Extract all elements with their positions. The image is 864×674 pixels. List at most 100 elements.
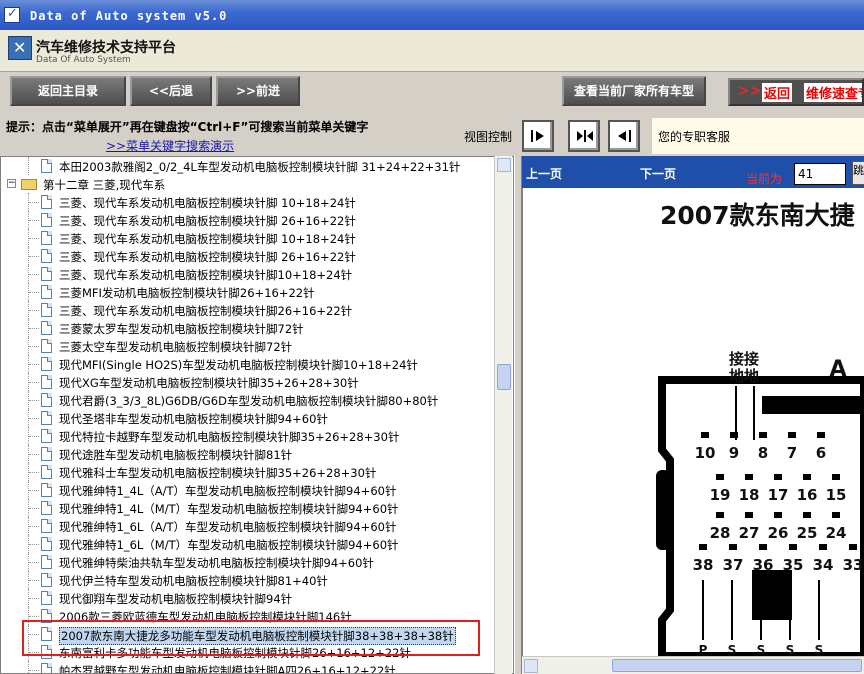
pin-contact xyxy=(699,544,707,550)
pin-contact xyxy=(789,544,797,550)
document-icon xyxy=(41,285,52,299)
split-arrows-icon xyxy=(577,130,593,142)
tree-item-label: 三菱蒙太罗车型发动机电脑板控制模块针脚72针 xyxy=(59,322,304,336)
view-split-button[interactable] xyxy=(568,120,600,152)
pin-contact xyxy=(701,432,709,438)
pin-number: 38 xyxy=(693,556,714,574)
tree-item[interactable]: 现代雅绅特柴油共轨车型发动机电脑板控制模块针脚94+60针 xyxy=(1,553,495,571)
tree-item[interactable]: 三菱、现代车系发动机电脑板控制模块针脚 26+16+22针 xyxy=(1,211,495,229)
go-page-button[interactable]: 跳 xyxy=(852,161,864,185)
tree-guide xyxy=(29,526,39,527)
view-all-models-button[interactable]: 查看当前厂家所有车型 xyxy=(562,76,706,106)
document-icon xyxy=(41,267,52,281)
pin-number: 7 xyxy=(787,444,797,462)
tree-item[interactable]: 现代雅绅特1_6L（M/T）车型发动机电脑板控制模块针脚94+60针 xyxy=(1,535,495,553)
document-icon xyxy=(41,339,52,353)
tree-vertical-scrollbar[interactable] xyxy=(494,156,512,674)
tree-item[interactable]: 三菱、现代车系发动机电脑板控制模块针脚 26+16+22针 xyxy=(1,247,495,265)
view-expand-right-button[interactable] xyxy=(522,120,554,152)
current-page-label: 当前为 xyxy=(746,172,783,186)
scroll-left-arrow[interactable] xyxy=(524,659,538,673)
tree-item[interactable]: 三菱MFI发动机电脑板控制模块针脚26+16+22针 xyxy=(1,283,495,301)
tree-folder[interactable]: − 第十二章 三菱,现代车系 xyxy=(1,175,495,193)
document-icon xyxy=(41,321,52,335)
pin-number: 6 xyxy=(816,444,826,462)
tree-guide xyxy=(29,454,39,455)
tree-item-label: 三菱、现代车系发动机电脑板控制模块针脚 26+16+22针 xyxy=(59,250,356,264)
ground-label: 接接 xyxy=(729,350,759,368)
forward-button[interactable]: >>前进 xyxy=(216,76,300,106)
tree-item[interactable]: 三菱、现代车系发动机电脑板控制模块针脚10+18+24针 xyxy=(1,265,495,283)
tree-item[interactable]: 现代XG车型发动机电脑板控制模块针脚35+26+28+30针 xyxy=(1,373,495,391)
home-button[interactable]: 返回主目录 xyxy=(10,76,126,106)
service-label[interactable]: 您的专职客服 xyxy=(658,128,730,145)
pin-contact xyxy=(817,432,825,438)
pin-contact xyxy=(729,544,737,550)
document-icon xyxy=(41,357,52,371)
tree-item[interactable]: 本田2003款雅阁2_0/2_4L车型发动机电脑板控制模块针脚 31+24+22… xyxy=(1,157,495,175)
banner-text: 维修速查专 xyxy=(804,83,862,102)
pin-contact xyxy=(832,474,840,480)
document-icon xyxy=(41,249,52,263)
brand-subtitle: Data Of Auto System xyxy=(36,55,131,65)
tree-item[interactable]: 三菱、现代车系发动机电脑板控制模块针脚 10+18+24针 xyxy=(1,193,495,211)
tree-item[interactable]: 三菱、现代车系发动机电脑板控制模块针脚 10+18+24针 xyxy=(1,229,495,247)
quick-lookup-banner[interactable]: >> 返回 维修速查专 xyxy=(728,78,864,106)
tree-item[interactable]: 现代MFI(Single HO2S)车型发动机电脑板控制模块针脚10+18+24… xyxy=(1,355,495,373)
viewer-horizontal-scrollbar[interactable] xyxy=(522,656,864,674)
tree-item-label: 三菱、现代车系发动机电脑板控制模块针脚10+18+24针 xyxy=(59,268,353,282)
scroll-thumb[interactable] xyxy=(497,364,511,390)
tree-item-label: 现代MFI(Single HO2S)车型发动机电脑板控制模块针脚10+18+24… xyxy=(59,358,418,372)
pane-splitter[interactable] xyxy=(514,156,522,674)
pin-contact xyxy=(745,474,753,480)
tree-item[interactable]: 现代圣塔非车型发动机电脑板控制模块针脚94+60针 xyxy=(1,409,495,427)
tree-item[interactable]: 三菱太空车型发动机电脑板控制模块针脚72针 xyxy=(1,337,495,355)
document-icon xyxy=(41,429,52,443)
document-icon xyxy=(41,447,52,461)
tree-guide xyxy=(29,274,39,275)
tree-item-label: 现代圣塔非车型发动机电脑板控制模块针脚94+60针 xyxy=(59,412,328,426)
pin-number: 16 xyxy=(797,486,818,504)
tree-item[interactable]: 现代途胜车型发动机电脑板控制模块针脚81针 xyxy=(1,445,495,463)
scroll-up-arrow[interactable] xyxy=(497,158,511,172)
tree-item-label: 现代雅绅特1_4L（A/T）车型发动机电脑板控制模块针脚94+60针 xyxy=(59,484,397,498)
tree-item[interactable]: 帕杰罗越野车型发动机电脑板控制模块针脚A四26+16+12+22针 xyxy=(1,661,495,673)
view-control-label: 视图控制 xyxy=(464,130,513,144)
document-icon xyxy=(41,519,52,533)
pin-contact xyxy=(745,512,753,518)
page-number-input[interactable] xyxy=(794,163,846,185)
tree-guide xyxy=(29,346,39,347)
tree-item[interactable]: 现代御翔车型发动机电脑板控制模块针脚94针 xyxy=(1,589,495,607)
tree-item[interactable]: 三菱蒙太罗车型发动机电脑板控制模块针脚72针 xyxy=(1,319,495,337)
document-icon xyxy=(41,537,52,551)
tree-guide xyxy=(29,328,39,329)
pin-contact xyxy=(716,474,724,480)
search-demo-link[interactable]: >>菜单关键字搜索演示 xyxy=(106,137,234,154)
pin-lead-label: S xyxy=(815,643,824,656)
prev-page-button[interactable]: 上一页 xyxy=(526,165,562,182)
tree-item[interactable]: 三菱、现代车系发动机电脑板控制模块针脚26+16+22针 xyxy=(1,301,495,319)
tree-item-label: 现代伊兰特车型发动机电脑板控制模块针脚81+40针 xyxy=(59,574,328,588)
back-button[interactable]: <<后退 xyxy=(130,76,212,106)
pin-contact xyxy=(803,474,811,480)
tree-item[interactable]: 现代雅绅特1_6L（A/T）车型发动机电脑板控制模块针脚94+60针 xyxy=(1,517,495,535)
tree-guide xyxy=(29,220,39,221)
next-page-button[interactable]: 下一页 xyxy=(640,165,676,182)
tree-item[interactable]: 现代君爵(3_3/3_8L)G6DB/G6D车型发动机电脑板控制模块针脚80+8… xyxy=(1,391,495,409)
tree-item[interactable]: 现代雅科士车型发动机电脑板控制模块针脚35+26+28+30针 xyxy=(1,463,495,481)
collapse-toggle-icon[interactable]: − xyxy=(7,179,16,188)
pin-contact xyxy=(759,432,767,438)
tree-item[interactable]: 现代雅绅特1_4L（A/T）车型发动机电脑板控制模块针脚94+60针 xyxy=(1,481,495,499)
document-icon xyxy=(41,231,52,245)
scroll-thumb-h[interactable] xyxy=(612,659,862,672)
tree-item[interactable]: 现代特拉卡越野车型发动机电脑板控制模块针脚35+26+28+30针 xyxy=(1,427,495,445)
title-bar[interactable]: Data of Auto system v5.0 xyxy=(0,0,864,30)
pin-contact xyxy=(788,432,796,438)
tree-item[interactable]: 现代雅绅特1_4L（M/T）车型发动机电脑板控制模块针脚94+60针 xyxy=(1,499,495,517)
tree-item[interactable]: 现代伊兰特车型发动机电脑板控制模块针脚81+40针 xyxy=(1,571,495,589)
pin-lead-label: S xyxy=(786,643,795,656)
pin-number: 28 xyxy=(710,524,731,542)
view-expand-left-button[interactable] xyxy=(608,120,640,152)
pin-lead-label: P xyxy=(699,643,708,656)
menu-tree[interactable]: 本田2003款雅阁2_0/2_4L车型发动机电脑板控制模块针脚 31+24+22… xyxy=(0,156,514,674)
